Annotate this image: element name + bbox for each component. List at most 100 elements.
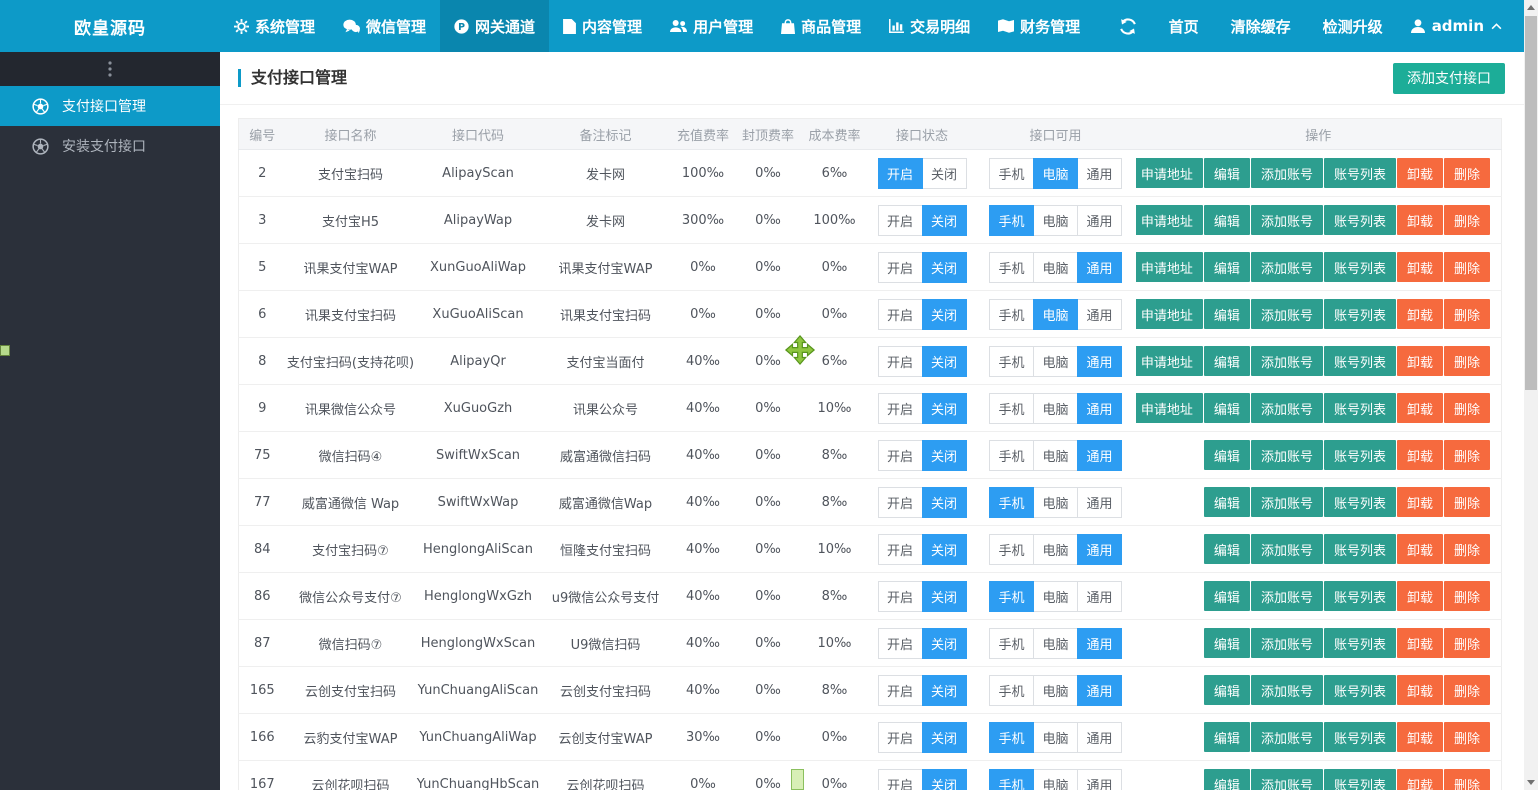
account-list-button[interactable]: 账号列表 — [1324, 581, 1396, 611]
status-open-button[interactable]: 开启 — [878, 628, 923, 659]
add-account-button[interactable]: 添加账号 — [1251, 299, 1323, 329]
status-close-button[interactable]: 关闭 — [922, 205, 967, 236]
device-pc-button[interactable]: 电脑 — [1033, 205, 1078, 236]
sidebar-collapse-toggle[interactable] — [0, 52, 220, 86]
device-pc-button[interactable]: 电脑 — [1033, 299, 1078, 330]
delete-button[interactable]: 删除 — [1444, 628, 1490, 658]
device-mobile-button[interactable]: 手机 — [989, 675, 1034, 706]
apply-button[interactable]: 申请地址 — [1136, 158, 1203, 188]
add-account-button[interactable]: 添加账号 — [1251, 628, 1323, 658]
device-mobile-button[interactable]: 手机 — [989, 205, 1034, 236]
edit-button[interactable]: 编辑 — [1204, 487, 1250, 517]
device-general-button[interactable]: 通用 — [1077, 534, 1122, 565]
sidebar-item-install-payment-interface[interactable]: 安装支付接口 — [0, 126, 220, 166]
delete-button[interactable]: 删除 — [1444, 581, 1490, 611]
add-account-button[interactable]: 添加账号 — [1251, 346, 1323, 376]
account-list-button[interactable]: 账号列表 — [1324, 628, 1396, 658]
device-pc-button[interactable]: 电脑 — [1033, 675, 1078, 706]
device-pc-button[interactable]: 电脑 — [1033, 393, 1078, 424]
delete-button[interactable]: 删除 — [1444, 393, 1490, 423]
uninstall-button[interactable]: 卸载 — [1397, 769, 1443, 790]
uninstall-button[interactable]: 卸载 — [1397, 346, 1443, 376]
device-general-button[interactable]: 通用 — [1077, 675, 1122, 706]
scroll-down-arrow-icon[interactable] — [1527, 780, 1535, 785]
nav-gateway-channel[interactable]: P 网关通道 — [440, 0, 549, 52]
status-close-button[interactable]: 关闭 — [922, 393, 967, 424]
edit-button[interactable]: 编辑 — [1204, 581, 1250, 611]
status-close-button[interactable]: 关闭 — [922, 581, 967, 612]
delete-button[interactable]: 删除 — [1444, 722, 1490, 752]
status-open-button[interactable]: 开启 — [878, 769, 923, 790]
nav-transaction-detail[interactable]: 交易明细 — [875, 0, 984, 52]
device-pc-button[interactable]: 电脑 — [1033, 346, 1078, 377]
device-pc-button[interactable]: 电脑 — [1033, 769, 1078, 790]
device-general-button[interactable]: 通用 — [1077, 393, 1122, 424]
device-mobile-button[interactable]: 手机 — [989, 769, 1034, 790]
device-general-button[interactable]: 通用 — [1077, 581, 1122, 612]
account-list-button[interactable]: 账号列表 — [1324, 440, 1396, 470]
status-open-button[interactable]: 开启 — [878, 675, 923, 706]
status-open-button[interactable]: 开启 — [878, 158, 923, 189]
vertical-scrollbar[interactable] — [1524, 0, 1538, 790]
account-list-button[interactable]: 账号列表 — [1324, 769, 1396, 790]
uninstall-button[interactable]: 卸载 — [1397, 440, 1443, 470]
uninstall-button[interactable]: 卸载 — [1397, 487, 1443, 517]
account-list-button[interactable]: 账号列表 — [1324, 487, 1396, 517]
status-open-button[interactable]: 开启 — [878, 487, 923, 518]
device-general-button[interactable]: 通用 — [1077, 252, 1122, 283]
device-pc-button[interactable]: 电脑 — [1033, 628, 1078, 659]
status-close-button[interactable]: 关闭 — [922, 440, 967, 471]
add-account-button[interactable]: 添加账号 — [1251, 205, 1323, 235]
nav-user-management[interactable]: 用户管理 — [656, 0, 767, 52]
device-mobile-button[interactable]: 手机 — [989, 393, 1034, 424]
uninstall-button[interactable]: 卸载 — [1397, 722, 1443, 752]
uninstall-button[interactable]: 卸载 — [1397, 252, 1443, 282]
device-general-button[interactable]: 通用 — [1077, 722, 1122, 753]
edit-button[interactable]: 编辑 — [1204, 299, 1250, 329]
device-pc-button[interactable]: 电脑 — [1033, 581, 1078, 612]
status-open-button[interactable]: 开启 — [878, 252, 923, 283]
status-open-button[interactable]: 开启 — [878, 440, 923, 471]
edit-button[interactable]: 编辑 — [1204, 769, 1250, 790]
device-pc-button[interactable]: 电脑 — [1033, 440, 1078, 471]
apply-button[interactable]: 申请地址 — [1136, 393, 1203, 423]
account-list-button[interactable]: 账号列表 — [1324, 158, 1396, 188]
status-close-button[interactable]: 关闭 — [922, 299, 967, 330]
edit-button[interactable]: 编辑 — [1204, 252, 1250, 282]
device-pc-button[interactable]: 电脑 — [1033, 158, 1078, 189]
device-mobile-button[interactable]: 手机 — [989, 487, 1034, 518]
scroll-up-arrow-icon[interactable] — [1527, 5, 1535, 10]
edit-button[interactable]: 编辑 — [1204, 675, 1250, 705]
nav-product-management[interactable]: 商品管理 — [767, 0, 875, 52]
delete-button[interactable]: 删除 — [1444, 346, 1490, 376]
clear-cache-link[interactable]: 清除缓存 — [1215, 16, 1307, 37]
add-account-button[interactable]: 添加账号 — [1251, 487, 1323, 517]
edit-button[interactable]: 编辑 — [1204, 346, 1250, 376]
edit-button[interactable]: 编辑 — [1204, 393, 1250, 423]
status-close-button[interactable]: 关闭 — [922, 158, 967, 189]
edit-button[interactable]: 编辑 — [1204, 722, 1250, 752]
device-general-button[interactable]: 通用 — [1077, 440, 1122, 471]
device-pc-button[interactable]: 电脑 — [1033, 534, 1078, 565]
delete-button[interactable]: 删除 — [1444, 769, 1490, 790]
account-list-button[interactable]: 账号列表 — [1324, 534, 1396, 564]
add-account-button[interactable]: 添加账号 — [1251, 675, 1323, 705]
delete-button[interactable]: 删除 — [1444, 534, 1490, 564]
apply-button[interactable]: 申请地址 — [1136, 252, 1203, 282]
delete-button[interactable]: 删除 — [1444, 252, 1490, 282]
account-list-button[interactable]: 账号列表 — [1324, 346, 1396, 376]
account-list-button[interactable]: 账号列表 — [1324, 299, 1396, 329]
add-account-button[interactable]: 添加账号 — [1251, 393, 1323, 423]
add-account-button[interactable]: 添加账号 — [1251, 769, 1323, 790]
device-general-button[interactable]: 通用 — [1077, 346, 1122, 377]
device-mobile-button[interactable]: 手机 — [989, 299, 1034, 330]
uninstall-button[interactable]: 卸载 — [1397, 534, 1443, 564]
delete-button[interactable]: 删除 — [1444, 675, 1490, 705]
status-close-button[interactable]: 关闭 — [922, 487, 967, 518]
device-general-button[interactable]: 通用 — [1077, 628, 1122, 659]
device-mobile-button[interactable]: 手机 — [989, 252, 1034, 283]
account-list-button[interactable]: 账号列表 — [1324, 675, 1396, 705]
edit-button[interactable]: 编辑 — [1204, 440, 1250, 470]
nav-finance-management[interactable]: 财务管理 — [984, 0, 1094, 52]
add-payment-interface-button[interactable]: 添加支付接口 — [1393, 63, 1505, 94]
